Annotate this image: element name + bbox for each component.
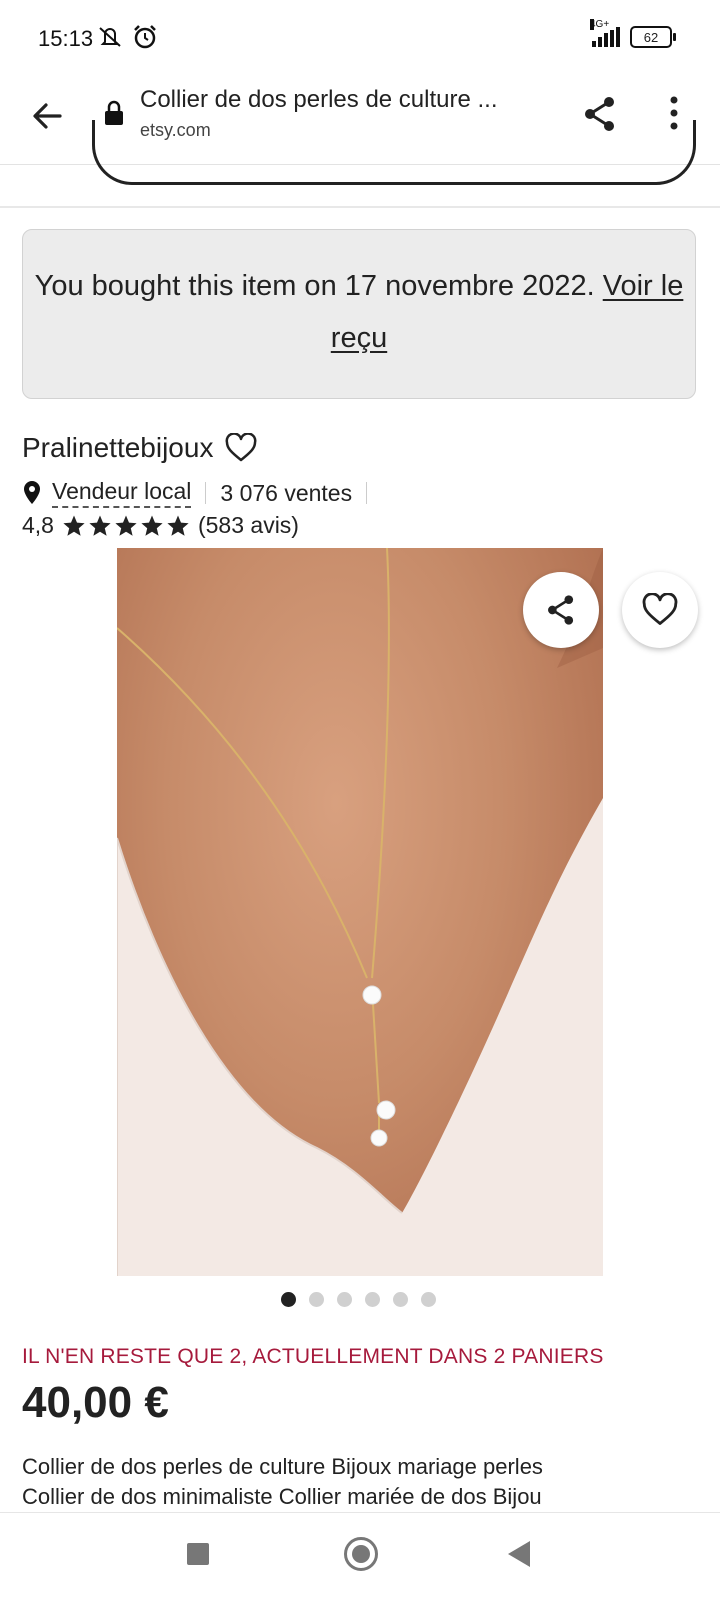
product-image[interactable] [117,548,603,1276]
carousel-dot[interactable] [281,1292,296,1307]
purchase-notice: You bought this item on 17 novembre 2022… [22,229,696,399]
product-description: Collier de dos perles de culture Bijoux … [22,1452,702,1512]
description-line: Collier de dos perles de culture Bijoux … [22,1454,543,1479]
local-seller-label[interactable]: Vendeur local [52,478,192,508]
carousel-dot[interactable] [393,1292,408,1307]
page-title[interactable]: Collier de dos perles de culture ... [140,86,498,114]
status-time: 15:13 [38,26,94,51]
divider [0,206,720,208]
battery-icon: 62 [630,26,676,48]
carousel-dot[interactable] [337,1292,352,1307]
rating-value: 4,8 [22,512,54,538]
recent-apps-button[interactable] [187,1543,209,1565]
separator [366,482,368,504]
price: 40,00 € [22,1378,169,1427]
review-count: (583 avis) [197,512,299,538]
purchase-notice-text: You bought this item on 17 novembre 2022… [34,270,595,302]
search-bar-edge[interactable] [92,120,696,185]
system-back-button[interactable] [508,1541,530,1567]
image-favorite-button[interactable] [622,572,698,648]
image-share-button[interactable] [523,572,599,648]
carousel-dot[interactable] [421,1292,436,1307]
system-nav-bar [0,1512,720,1601]
location-pin-icon [24,481,40,504]
battery-level: 62 [643,29,659,45]
status-bar: 15:13 4G+ 62 [0,0,720,78]
shop-row: Pralinettebijoux [22,432,257,464]
back-arrow-icon[interactable] [26,94,70,138]
separator [205,482,207,504]
star-icon [167,515,189,536]
carousel-dot[interactable] [365,1292,380,1307]
carousel-dot[interactable] [309,1292,324,1307]
rating-stars [62,514,190,538]
status-right: 4G+ 62 [590,19,676,48]
shop-name[interactable]: Pralinettebijoux [22,432,213,464]
photo-illustration [117,548,603,1276]
sales-count: 3 076 ventes [220,479,353,506]
status-icons [96,24,158,50]
stock-alert: IL N'EN RESTE QUE 2, ACTUELLEMENT DANS 2… [22,1345,604,1368]
star-icon [89,515,111,536]
alarm-icon [134,25,156,49]
star-icon [115,515,137,536]
shop-meta: Vendeur local 3 076 ventes [22,478,381,508]
home-button[interactable] [344,1537,378,1571]
favorite-shop-heart-icon[interactable] [225,433,257,463]
signal-icon: 4G+ [590,19,620,47]
carousel-dots[interactable] [281,1292,436,1307]
heart-icon [642,593,678,625]
star-icon [63,515,85,536]
rating-row[interactable]: 4,8 (583 avis) [22,512,299,539]
description-line: Collier de dos minimaliste Collier marié… [22,1484,542,1509]
share-icon [548,595,574,625]
network-label: 4G+ [590,19,610,30]
star-icon [141,515,163,536]
mute-icon [99,27,121,47]
